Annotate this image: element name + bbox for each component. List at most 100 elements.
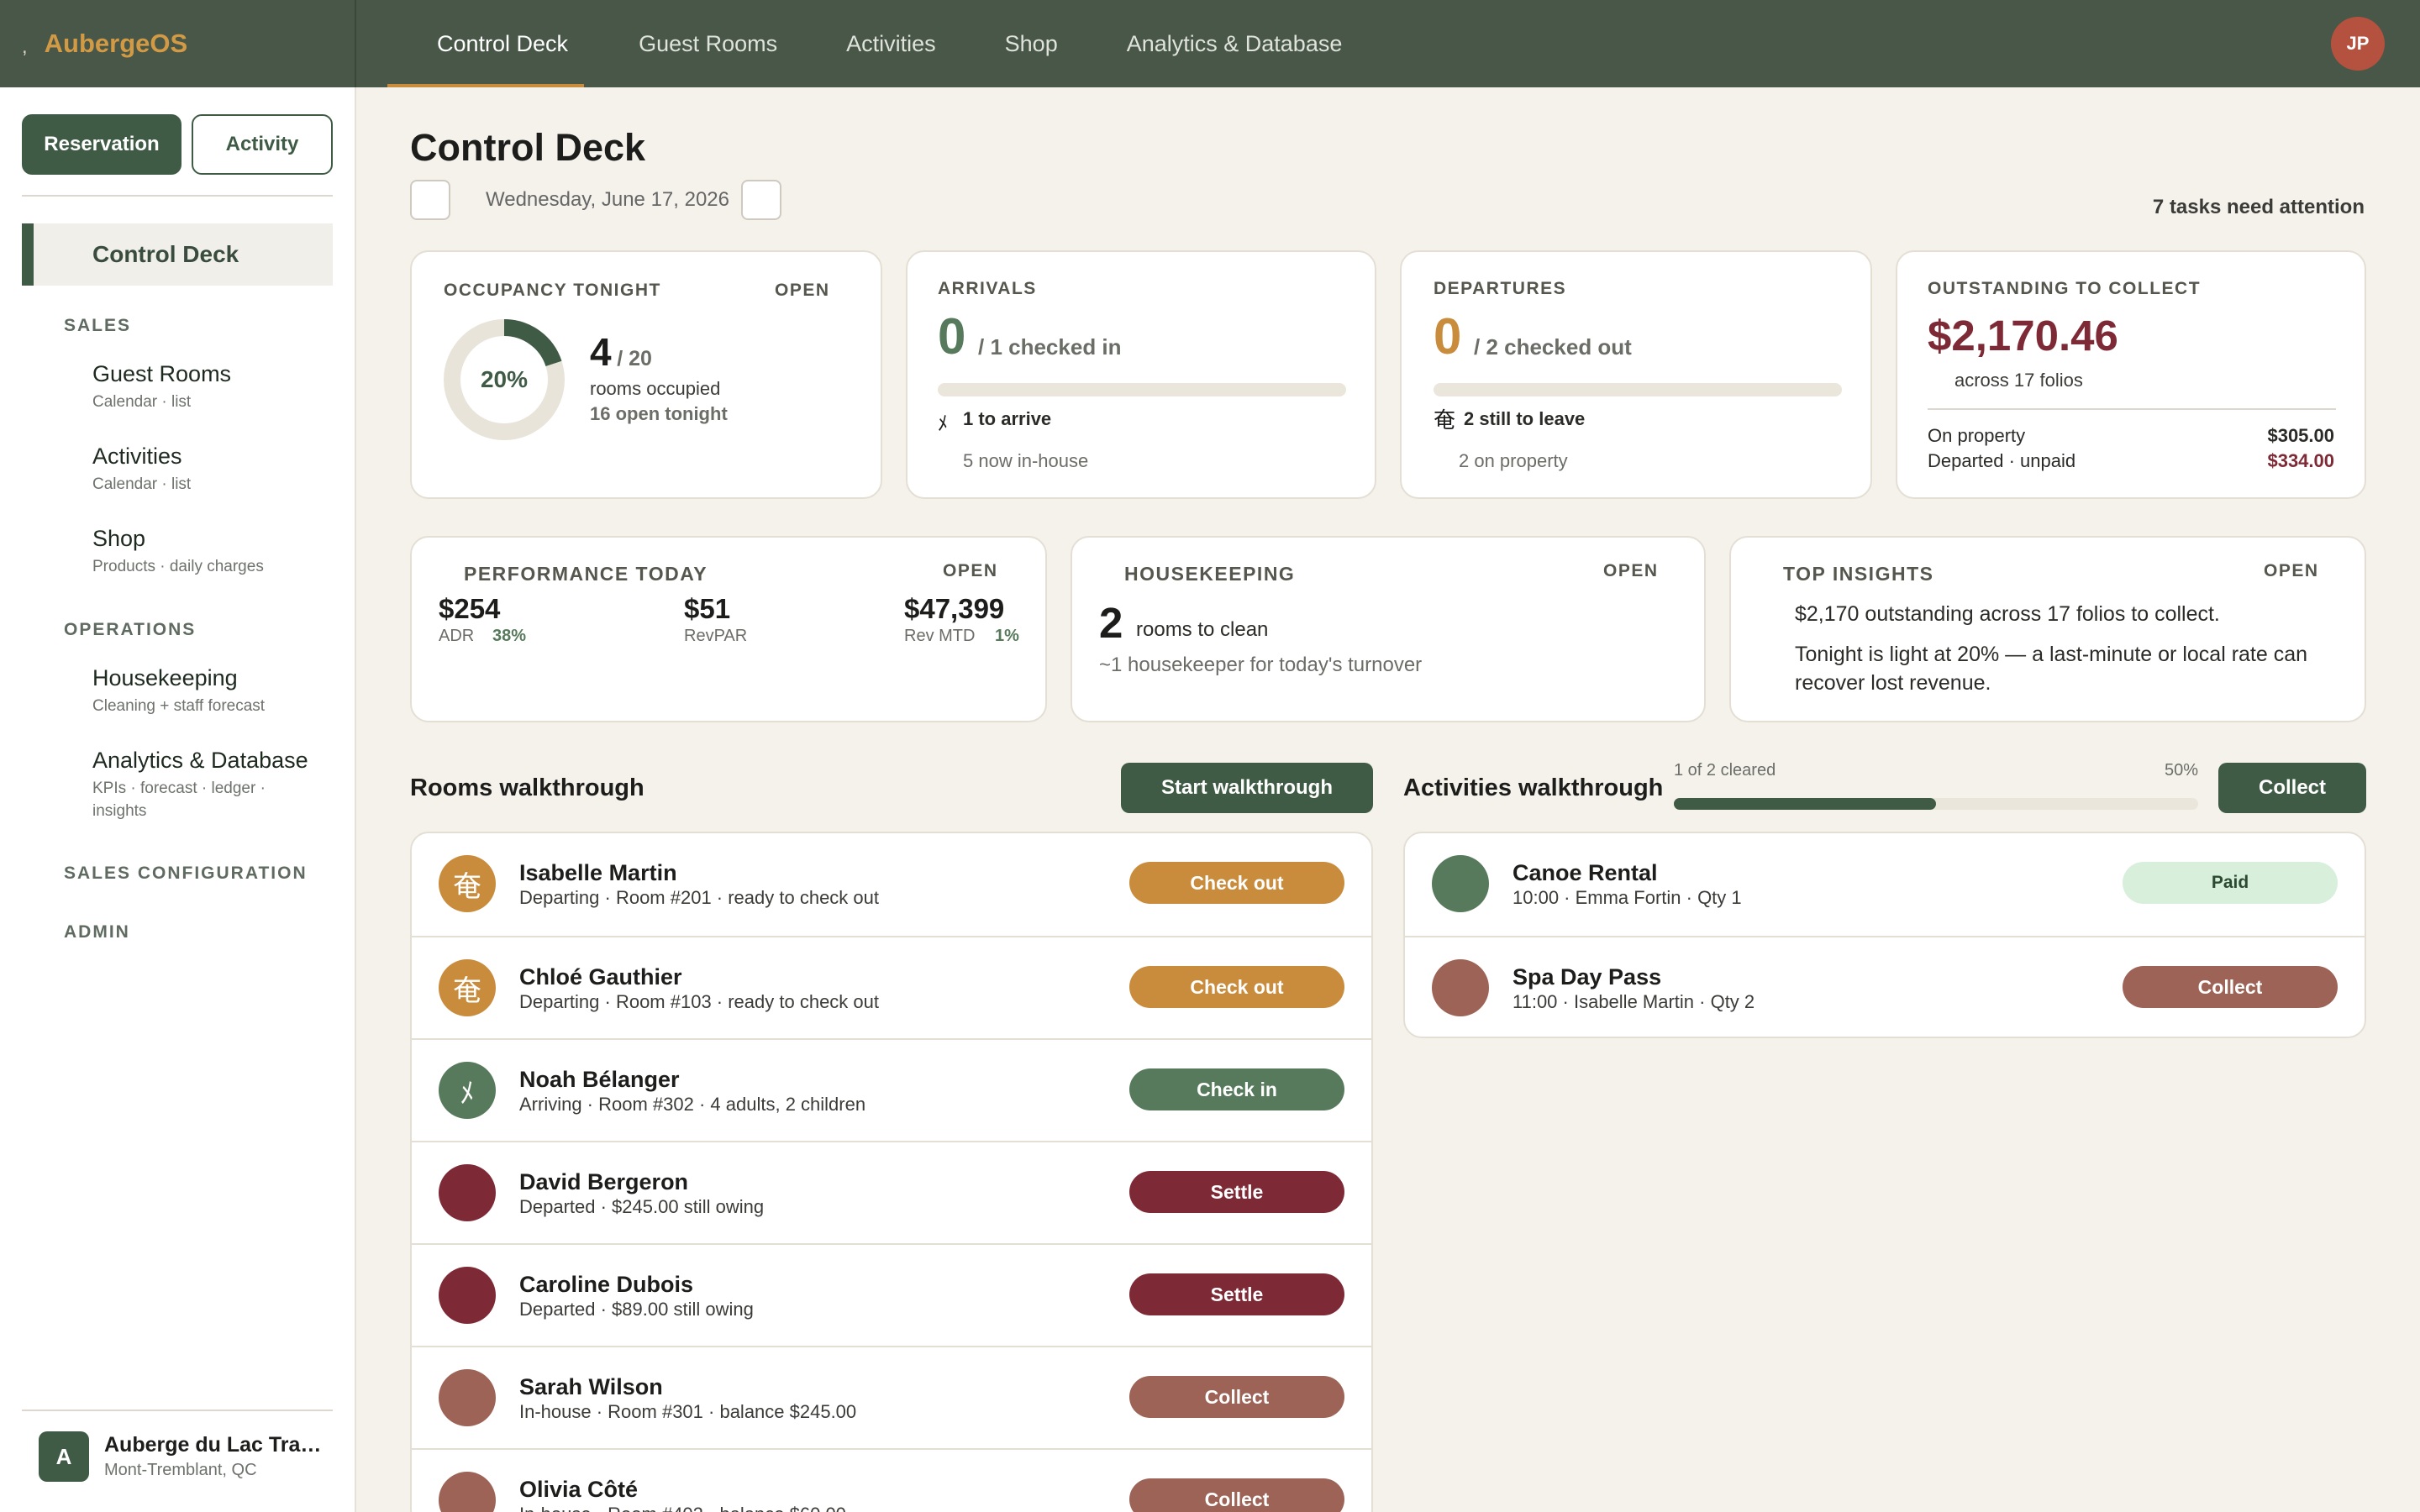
adr-value: $254 — [439, 593, 501, 624]
sidebar-item-activities[interactable]: Activities Calendar · list — [92, 444, 191, 496]
adr-delta: 38% — [492, 627, 527, 645]
list-item[interactable]: Sarah Wilson In-house · Room #301 · bala… — [412, 1346, 1371, 1448]
list-item[interactable]: David Bergeron Departed · $245.00 still … — [412, 1141, 1371, 1243]
check-out-button[interactable]: Check out — [1129, 862, 1344, 904]
insight-item: Tonight is light at 20% — a last-minute … — [1795, 643, 2308, 695]
rev-mtd-delta: 1% — [995, 627, 1019, 645]
check-in-button[interactable]: Check in — [1129, 1068, 1344, 1110]
departures-card[interactable]: DEPARTURES 0 / 2 checked out 奄 2 still t… — [1400, 250, 1872, 499]
occupancy-occupied: 4 — [590, 330, 612, 374]
tab-activities[interactable]: Activities — [846, 0, 1005, 87]
occupancy-count: 4 / 20 — [590, 329, 652, 375]
activity-detail: 11:00 · Isabelle Martin · Qty 2 — [1512, 991, 1755, 1012]
sidebar-item-housekeeping[interactable]: Housekeeping Cleaning + staff forecast — [92, 665, 265, 717]
guest-status: Departing · Room #201 · ready to check o… — [519, 887, 880, 908]
guest-name: David Bergeron — [519, 1169, 689, 1194]
sidebar-section-sales-configuration[interactable]: SALES CONFIGURATION — [64, 864, 308, 884]
adr-label: ADR — [439, 627, 475, 645]
list-item[interactable]: Olivia Côté In-house · Room #402 · balan… — [412, 1448, 1371, 1512]
user-avatar[interactable]: JP — [2331, 17, 2385, 71]
guest-name: Sarah Wilson — [519, 1374, 663, 1399]
list-item[interactable]: Canoe Rental 10:00 · Emma Fortin · Qty 1… — [1405, 833, 2365, 936]
list-item[interactable]: 奄 Chloé Gauthier Departing · Room #103 ·… — [412, 936, 1371, 1038]
activity-avatar — [1432, 855, 1489, 912]
list-item[interactable]: Spa Day Pass 11:00 · Isabelle Martin · Q… — [1405, 936, 2365, 1037]
insights-open-link[interactable]: OPEN — [2264, 561, 2319, 581]
guest-name: Chloé Gauthier — [519, 964, 682, 990]
housekeeping-count: 2 — [1099, 599, 1123, 647]
collect-button[interactable]: Collect — [1129, 1478, 1344, 1512]
start-walkthrough-button[interactable]: Start walkthrough — [1121, 763, 1373, 813]
settle-button[interactable]: Settle — [1129, 1273, 1344, 1315]
brand-mark-icon: , — [22, 35, 28, 58]
performance-open-link[interactable]: OPEN — [943, 561, 998, 581]
brand[interactable]: , AubergeOS — [0, 0, 356, 87]
sidebar-item-guest-rooms[interactable]: Guest Rooms Calendar · list — [92, 361, 231, 413]
activities-percent: 50% — [2165, 761, 2199, 780]
guest-status: In-house · Room #301 · balance $245.00 — [519, 1401, 857, 1422]
outstanding-row-label: On property — [1928, 425, 2026, 446]
collect-all-button[interactable]: Collect — [2218, 763, 2366, 813]
tab-analytics-database[interactable]: Analytics & Database — [1127, 0, 1392, 87]
next-day-button[interactable] — [741, 180, 781, 220]
sidebar-item-sublabel: Products · daily charges — [92, 558, 264, 575]
insights-card[interactable]: TOP INSIGHTS OPEN $2,170 outstanding acr… — [1729, 536, 2366, 722]
collect-button[interactable]: Collect — [2123, 966, 2338, 1008]
activities-progress — [1674, 798, 2198, 810]
reservation-button[interactable]: Reservation — [22, 114, 182, 175]
guest-status: Departing · Room #103 · ready to check o… — [519, 991, 880, 1012]
activity-name: Canoe Rental — [1512, 860, 1658, 885]
departures-on-property: 2 on property — [1459, 450, 1568, 471]
guest-avatar — [439, 1164, 496, 1221]
housekeeping-open-link[interactable]: OPEN — [1603, 561, 1659, 581]
occupancy-open-link[interactable]: OPEN — [775, 281, 830, 301]
property-switcher[interactable]: A Auberge du Lac Tra… Mont-Tremblant, QC — [39, 1431, 321, 1482]
performance-label: PERFORMANCE TODAY — [464, 563, 708, 585]
performance-card[interactable]: PERFORMANCE TODAY OPEN $254 ADR 38% $51 … — [410, 536, 1047, 722]
tab-guest-rooms[interactable]: Guest Rooms — [639, 0, 846, 87]
check-out-button[interactable]: Check out — [1129, 966, 1344, 1008]
list-item[interactable]: Caroline Dubois Departed · $89.00 still … — [412, 1243, 1371, 1346]
housekeeping-label: HOUSEKEEPING — [1124, 563, 1296, 585]
sidebar-section-admin[interactable]: ADMIN — [64, 922, 130, 942]
departures-to-leave: 2 still to leave — [1464, 408, 1586, 429]
list-item[interactable]: ﾒ Noah Bélanger Arriving · Room #302 · 4… — [412, 1038, 1371, 1141]
departures-count: 0 — [1434, 308, 1462, 365]
tab-control-deck[interactable]: Control Deck — [387, 0, 639, 87]
occupancy-line2: 16 open tonight — [590, 403, 728, 424]
sidebar-divider — [22, 195, 333, 197]
sidebar-item-control-deck[interactable]: Control Deck — [22, 223, 333, 286]
revpar-value: $51 — [684, 593, 731, 624]
activity-button[interactable]: Activity — [192, 114, 333, 175]
previous-day-button[interactable] — [410, 180, 450, 220]
housekeeping-card[interactable]: HOUSEKEEPING OPEN 2 rooms to clean ~1 ho… — [1071, 536, 1706, 722]
arrivals-suffix: / 1 checked in — [978, 334, 1122, 360]
arrivals-card[interactable]: ARRIVALS 0 / 1 checked in ﾒ 1 to arrive … — [906, 250, 1376, 499]
main-nav: Control Deck Guest Rooms Activities Shop… — [387, 0, 1392, 87]
sidebar-item-label: Housekeeping — [92, 665, 238, 690]
outstanding-card[interactable]: OUTSTANDING TO COLLECT $2,170.46 across … — [1896, 250, 2366, 499]
arrivals-label: ARRIVALS — [938, 279, 1037, 298]
housekeeping-note: ~1 housekeeper for today's turnover — [1099, 654, 1423, 676]
tasks-attention-link[interactable]: 7 tasks need attention — [2153, 196, 2365, 219]
collect-button[interactable]: Collect — [1129, 1376, 1344, 1418]
revpar-label: RevPAR — [684, 627, 748, 645]
sidebar-item-sublabel: Calendar · list — [92, 393, 192, 411]
tab-shop[interactable]: Shop — [1005, 0, 1127, 87]
outstanding-label: OUTSTANDING TO COLLECT — [1928, 279, 2202, 298]
settle-button[interactable]: Settle — [1129, 1171, 1344, 1213]
luggage-icon: 奄 — [439, 855, 496, 912]
occupancy-card[interactable]: OCCUPANCY TONIGHT OPEN 20% 4 / 20 rooms … — [410, 250, 882, 499]
mode-switch: Reservation Activity — [22, 114, 333, 175]
walking-person-icon: ﾒ — [439, 1062, 496, 1119]
sidebar-item-analytics-database[interactable]: Analytics & Database KPIs · forecast · l… — [92, 748, 319, 822]
list-item[interactable]: 奄 Isabelle Martin Departing · Room #201 … — [412, 833, 1371, 936]
activities-walkthrough-title: Activities walkthrough — [1403, 774, 1664, 801]
sidebar: Reservation Activity Control Deck SALES … — [0, 87, 356, 1512]
sidebar-item-sublabel: Cleaning + staff forecast — [92, 697, 266, 715]
property-location: Mont-Tremblant, QC — [104, 1461, 257, 1479]
sidebar-item-shop[interactable]: Shop Products · daily charges — [92, 526, 264, 578]
brand-name: AubergeOS — [44, 29, 188, 58]
insight-item: $2,170 outstanding across 17 folios to c… — [1795, 602, 2220, 626]
guest-status: In-house · Room #402 · balance $60.00 — [519, 1504, 846, 1512]
